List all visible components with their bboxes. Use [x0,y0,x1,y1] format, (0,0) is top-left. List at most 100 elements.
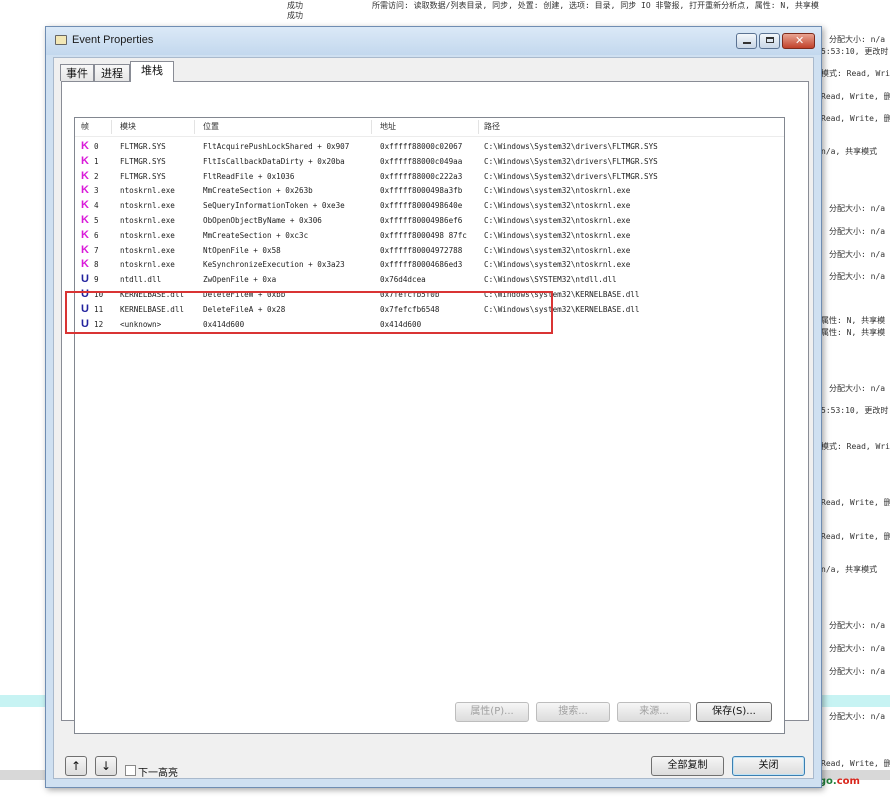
save-button[interactable]: 保存(S)... [696,702,772,722]
cell-address: 0xfffff8000498 87fc [380,230,467,240]
tab-process[interactable]: 进程 [94,64,130,81]
kernel-frame-icon: K [81,258,89,271]
background-log-text: 分配大小: n/a [829,272,886,281]
background-log-text: Read, Write, 删 [821,114,890,123]
stack-row[interactable]: K 7 ntoskrnl.exe NtOpenFile + 0x58 0xfffff80… [75,244,784,259]
background-log-text: Read, Write, 删 [821,532,890,541]
cell-location: MmCreateSection + 0x263b [203,186,313,196]
cell-location: KeSynchronizeExecution + 0x3a23 [203,260,345,270]
background-log-text: 分配大小: n/a [829,35,886,44]
kernel-frame-icon: K [81,169,89,182]
cell-module: ntoskrnl.exe [120,260,175,270]
frame-number: 8 [94,260,99,270]
background-log-text: 所需访问: 读取数据/列表目录, 同步, 处置: 创建, 选项: 目录, 同步 … [372,1,819,10]
cell-path: C:\Windows\System32\drivers\FLTMGR.SYS [484,142,658,151]
cell-address: 0xfffff8000498a3fb [380,186,463,196]
header-separator [478,120,479,134]
background-log-text: 分配大小: n/a [829,644,886,653]
cell-location: FltAcquirePushLockShared + 0x907 [203,142,350,151]
background-log-text: 属性: N, 共享模 [821,316,886,325]
column-header-module[interactable]: 模块 [120,121,136,132]
cell-path: C:\Windows\SYSTEM32\ntdll.dll [484,275,617,285]
frame-number: 7 [94,245,99,255]
cell-address: 0xfffff80004972788 [380,245,463,255]
cell-module: FLTMGR.SYS [120,171,166,181]
cell-address: 0x76d4dcea [380,275,426,285]
window-title: Event Properties [72,34,154,46]
kernel-frame-icon: K [81,214,89,226]
copy-all-button[interactable]: 全部复制 [651,756,724,776]
background-log-text: 分配大小: n/a [829,204,886,213]
stack-tab-panel: 帧 模块 位置 地址 路径 K 0 FLTMGR.SYS FltAcquirePush… [61,81,809,734]
background-log-text: 5:53:10, 更改时 [821,47,889,56]
cell-path: C:\Windows\system32\ntoskrnl.exe [484,260,631,270]
stack-list[interactable]: 帧 模块 位置 地址 路径 K 0 FLTMGR.SYS FltAcquirePush… [74,117,785,734]
cell-location: FltIsCallbackDataDirty + 0x20ba [203,156,345,166]
up-arrow-button[interactable]: ↑ [65,756,87,776]
cell-module: ntoskrnl.exe [120,230,175,240]
cell-location: ObOpenObjectByName + 0x306 [203,216,322,225]
column-header-path[interactable]: 路径 [484,121,500,132]
background-log-text: 属性: N, 共享模 [821,328,886,337]
stack-row[interactable]: K 3 ntoskrnl.exe MmCreateSection + 0x263b 0x… [75,184,784,199]
frame-number: 6 [94,230,99,240]
user-frame-icon: U [81,273,89,286]
stack-row[interactable]: K 2 FLTMGR.SYS FltReadFile + 0x1036 0xfffff8… [75,170,784,185]
cell-path: C:\Windows\System32\drivers\FLTMGR.SYS [484,156,658,166]
tab-stack[interactable]: 堆栈 [130,61,174,82]
background-log-text: 模式: Read, Wri [821,442,890,451]
next-highlight-label: 下一高亮 [138,768,178,779]
maximize-button[interactable] [759,33,780,49]
cell-address: 0xfffff80004986ef6 [380,216,463,225]
frame-number: 0 [94,142,99,151]
highlight-annotation-box [65,291,553,334]
close-button[interactable]: 关闭 [732,756,805,776]
background-log-text: 5:53:10, 更改时 [821,406,889,415]
column-header-location[interactable]: 位置 [203,121,219,132]
background-log-text: 分配大小: n/a [829,621,886,630]
stack-row[interactable]: U 9 ntdll.dll ZwOpenFile + 0xa 0x76d4dcea C:\… [75,273,784,288]
background-log-text: Read, Write, 删 [821,498,890,507]
frame-number: 5 [94,216,99,225]
cell-module: FLTMGR.SYS [120,142,166,151]
frame-number: 2 [94,171,99,181]
event-properties-window: Event Properties ✕ 事件 进程 堆栈 帧 模块 位置 地址 路… [45,26,822,788]
kernel-frame-icon: K [81,228,89,241]
title-bar[interactable]: Event Properties ✕ [46,27,821,55]
search-button[interactable]: 搜索... [536,702,610,722]
stack-row[interactable]: K 4 ntoskrnl.exe SeQueryInformationToken + … [75,199,784,214]
frame-number: 3 [94,186,99,196]
header-separator [111,120,112,134]
arrow-up-icon: ↑ [70,759,82,773]
cell-address: 0xfffff88000c02067 [380,142,463,151]
cell-address: 0xfffff8000498640e [380,201,463,211]
minimize-button[interactable] [736,33,757,49]
next-highlight-checkbox[interactable] [125,765,136,776]
properties-button[interactable]: 属性(P)... [455,702,529,722]
column-header-address[interactable]: 地址 [380,121,396,132]
down-arrow-button[interactable]: ↓ [95,756,117,776]
stack-row[interactable]: K 5 ntoskrnl.exe ObOpenObjectByName + 0x306… [75,214,784,229]
arrow-down-icon: ↓ [100,759,112,773]
cell-address: 0xfffff88000c049aa [380,156,463,166]
close-icon: ✕ [795,34,805,47]
source-button[interactable]: 来源... [617,702,691,722]
cell-path: C:\Windows\System32\drivers\FLTMGR.SYS [484,171,658,181]
frame-number: 9 [94,275,99,285]
stack-row[interactable]: K 1 FLTMGR.SYS FltIsCallbackDataDirty + 0x2… [75,155,784,170]
background-log-text: 分配大小: n/a [829,384,886,393]
stack-row[interactable]: K 6 ntoskrnl.exe MmCreateSection + 0xc3c 0xf… [75,229,784,244]
close-window-button[interactable]: ✕ [782,33,815,49]
cell-address: 0xfffff80004686ed3 [380,260,463,270]
kernel-frame-icon: K [81,243,89,256]
cell-module: ntoskrnl.exe [120,186,175,196]
cell-location: MmCreateSection + 0xc3c [203,230,309,240]
tab-event[interactable]: 事件 [60,64,94,81]
maximize-icon [766,37,774,43]
cell-path: C:\Windows\system32\ntoskrnl.exe [484,186,631,196]
column-header-frame[interactable]: 帧 [81,121,89,132]
background-log-text: n/a, 共享模式 [821,565,878,574]
stack-row[interactable]: K 0 FLTMGR.SYS FltAcquirePushLockShared + 0… [75,140,784,155]
stack-row[interactable]: K 8 ntoskrnl.exe KeSynchronizeExecution + 0… [75,258,784,273]
minimize-icon [743,42,751,44]
